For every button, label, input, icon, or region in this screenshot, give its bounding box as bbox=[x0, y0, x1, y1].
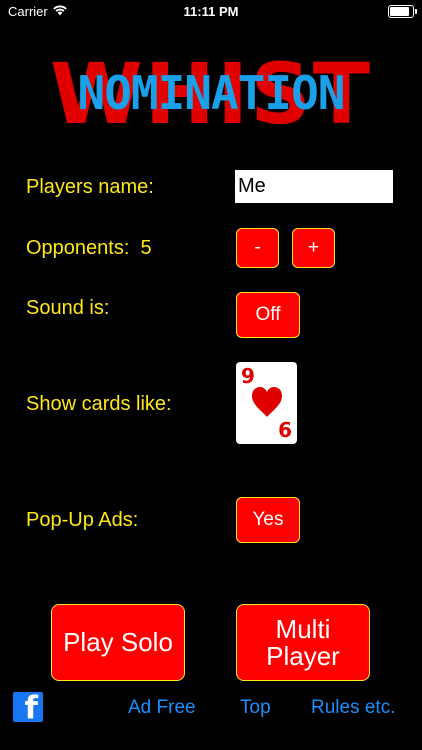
popup-ads-toggle-button[interactable]: Yes bbox=[236, 497, 300, 543]
players-name-input[interactable] bbox=[235, 170, 393, 203]
sound-label: Sound is: bbox=[26, 297, 110, 319]
app-logo: WHIST NOMINATION bbox=[50, 52, 372, 136]
heart-icon bbox=[252, 387, 282, 417]
status-time: 11:11 PM bbox=[183, 4, 239, 19]
card-rank-bottom: 6 bbox=[278, 418, 292, 442]
battery-level bbox=[390, 7, 409, 16]
opponents-count: 5 bbox=[140, 237, 152, 259]
settings-screen: Carrier 11:11 PM WHIST NOMINATION Player… bbox=[0, 0, 422, 750]
logo-nomination-text: NOMINATION bbox=[77, 66, 346, 120]
battery-icon bbox=[388, 5, 417, 18]
card-style-button[interactable]: 9 6 bbox=[236, 362, 297, 444]
opponents-row: Opponents: 5 bbox=[26, 237, 152, 260]
ad-free-link[interactable]: Ad Free bbox=[128, 697, 196, 719]
show-cards-label: Show cards like: bbox=[26, 393, 172, 415]
popup-ads-label: Pop-Up Ads: bbox=[26, 509, 139, 531]
rules-link[interactable]: Rules etc. bbox=[311, 697, 395, 719]
top-link[interactable]: Top bbox=[240, 697, 271, 719]
status-bar: Carrier 11:11 PM bbox=[0, 0, 422, 24]
players-name-label: Players name: bbox=[26, 176, 154, 198]
decrease-opponents-button[interactable]: - bbox=[236, 228, 279, 268]
facebook-icon[interactable]: f bbox=[13, 692, 43, 722]
sound-toggle-button[interactable]: Off bbox=[236, 292, 300, 338]
play-solo-button[interactable]: Play Solo bbox=[51, 604, 185, 681]
increase-opponents-button[interactable]: + bbox=[292, 228, 335, 268]
opponents-label: Opponents: bbox=[26, 237, 130, 259]
multi-player-button[interactable]: Multi Player bbox=[236, 604, 370, 681]
